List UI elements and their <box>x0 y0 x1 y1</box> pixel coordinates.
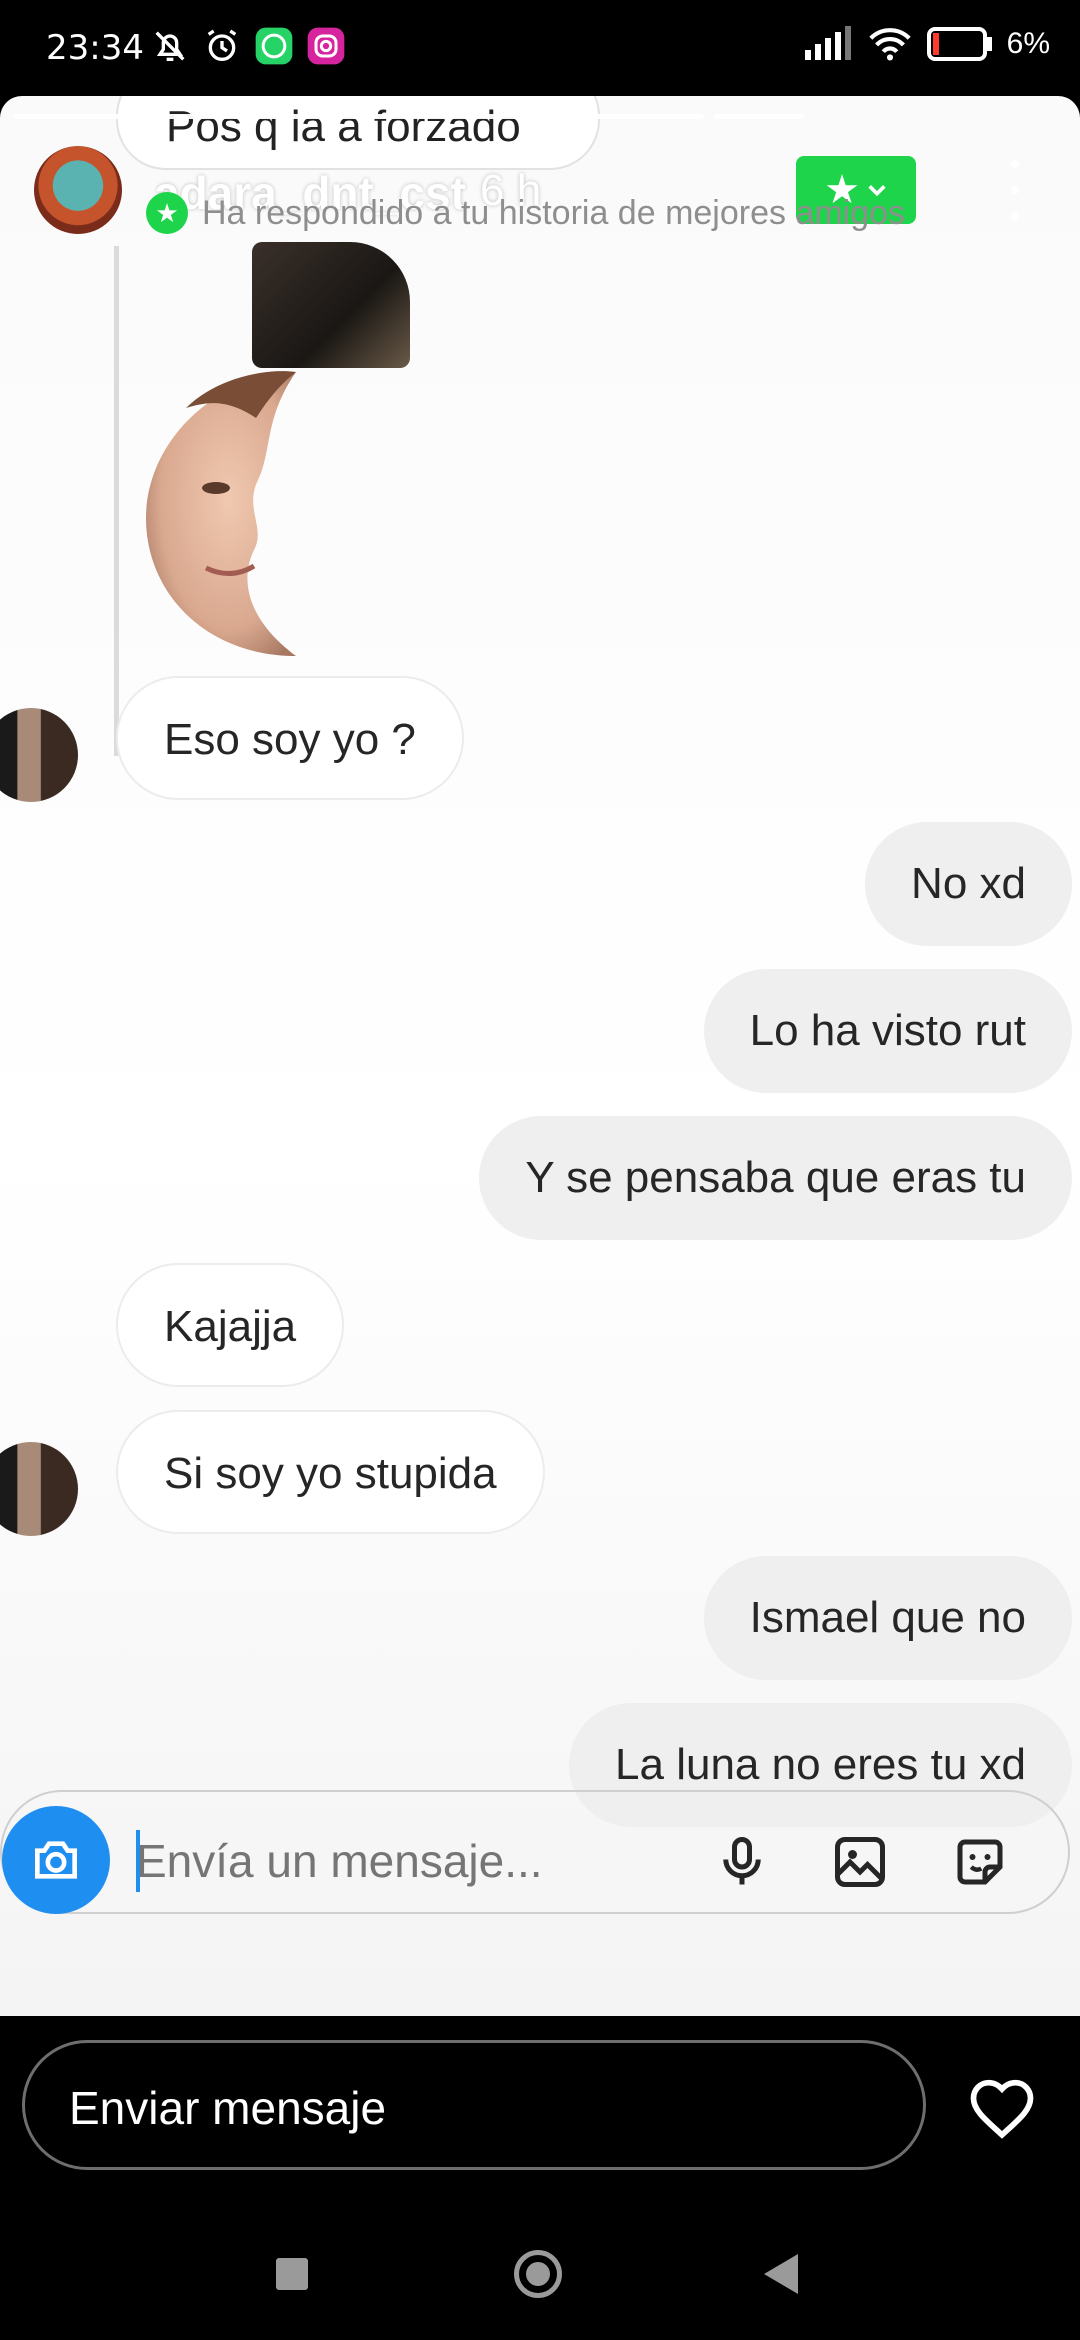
wifi-icon <box>868 28 911 61</box>
status-bar: 23:34 6% <box>0 0 1080 96</box>
home-button[interactable] <box>514 2250 562 2298</box>
message-bubble-outgoing[interactable]: Y se pensaba que eras tu <box>479 1116 1072 1240</box>
camera-icon <box>35 1841 77 1879</box>
message-bubble-incoming[interactable]: Eso soy yo ? <box>116 676 464 800</box>
header-avatar[interactable] <box>34 146 122 234</box>
reply-note-text: Ha respondido a tu historia de mejores a… <box>202 193 906 232</box>
message-bubble-outgoing[interactable]: No xd <box>865 822 1072 946</box>
sticker-icon <box>957 1839 1003 1885</box>
more-options-icon[interactable] <box>1000 160 1030 220</box>
recents-button[interactable] <box>276 2258 308 2290</box>
story-thumbnail[interactable] <box>252 242 410 368</box>
gallery-icon <box>835 1837 885 1887</box>
status-time: 23:34 <box>46 28 144 68</box>
status-right: 6% <box>803 26 1050 62</box>
signal-icon <box>804 26 851 60</box>
send-message-field[interactable]: Enviar mensaje <box>22 2040 926 2170</box>
reply-note: ★ Ha respondido a tu historia de mejores… <box>146 192 905 234</box>
instagram-icon <box>307 27 345 65</box>
camera-button[interactable] <box>2 1806 110 1914</box>
progress-segment <box>714 114 804 119</box>
message-bubble-outgoing[interactable]: Ismael que no <box>703 1556 1072 1680</box>
story-progress-bar <box>14 114 804 119</box>
battery-icon <box>926 27 992 61</box>
message-bubble-incoming[interactable]: Si soy yo stupida <box>116 1410 545 1534</box>
contact-avatar[interactable] <box>0 708 78 802</box>
message-bubble-outgoing[interactable]: Lo ha visto rut <box>703 969 1072 1093</box>
back-button[interactable] <box>764 2254 798 2294</box>
close-friends-star-icon: ★ <box>146 192 188 234</box>
moon-face-sticker <box>146 371 296 656</box>
previous-message-text: Pos q la a forzado <box>166 102 521 151</box>
previous-message-bubble: Pos q la a forzado <box>116 96 600 170</box>
gallery-button[interactable] <box>824 1826 896 1898</box>
send-message-label: Enviar mensaje <box>69 2082 387 2134</box>
message-input[interactable] <box>136 1826 696 1896</box>
microphone-icon <box>723 1837 761 1885</box>
story-reply-view[interactable]: Pos q la a forzado adara_dnt_cst 6 h ★ ★… <box>0 96 1080 2016</box>
contact-avatar[interactable] <box>0 1442 78 1536</box>
progress-segment <box>14 114 704 119</box>
notifications-off-icon <box>155 31 185 61</box>
message-bubble-incoming[interactable]: Kajajja <box>116 1263 345 1387</box>
microphone-button[interactable] <box>706 1826 778 1898</box>
reply-quote-line <box>114 246 119 756</box>
alarm-icon <box>207 29 237 62</box>
battery-level: 6% <box>1006 27 1050 60</box>
whatsapp-icon <box>255 27 293 65</box>
sticker-button[interactable] <box>944 1826 1016 1898</box>
status-left-icons <box>150 26 346 66</box>
heart-icon[interactable] <box>964 2070 1040 2146</box>
